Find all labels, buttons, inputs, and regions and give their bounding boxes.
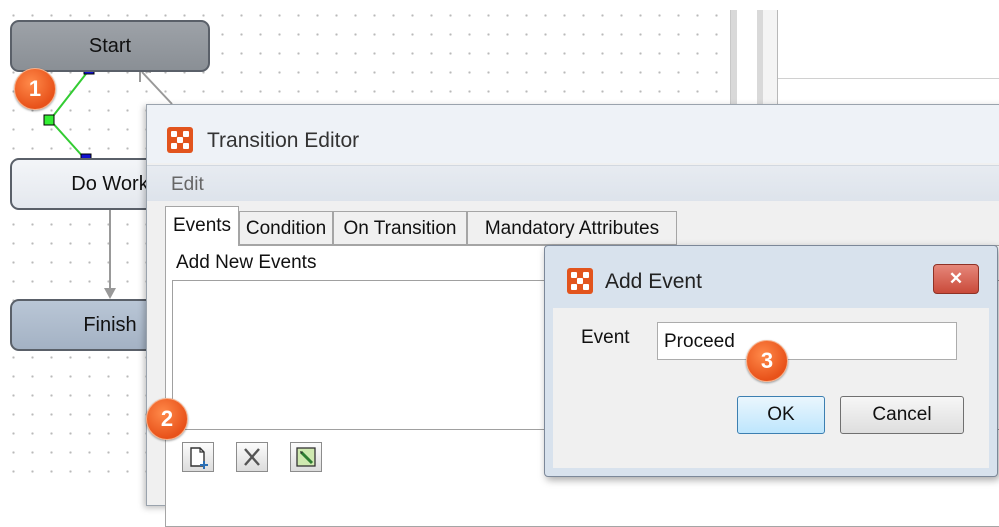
menu-edit[interactable]: Edit bbox=[171, 174, 204, 196]
ok-button[interactable]: OK bbox=[737, 396, 825, 434]
app-logo-icon bbox=[167, 127, 193, 153]
node-label: Start bbox=[88, 34, 132, 57]
node-start[interactable]: Start bbox=[10, 20, 210, 72]
cancel-button[interactable]: Cancel bbox=[840, 396, 964, 434]
tab-condition[interactable]: Condition bbox=[239, 211, 333, 245]
new-document-icon bbox=[190, 447, 208, 469]
node-label: Finish bbox=[83, 313, 137, 336]
callout-badge-2: 2 bbox=[146, 398, 188, 440]
selected-transition[interactable] bbox=[48, 69, 90, 160]
tab-on-transition[interactable]: On Transition bbox=[333, 211, 467, 245]
callout-badge-1: 1 bbox=[14, 68, 56, 110]
close-button[interactable]: ✕ bbox=[933, 264, 979, 294]
node-label: Do Work bbox=[71, 172, 149, 195]
delete-x-icon bbox=[244, 448, 260, 466]
add-event-button[interactable] bbox=[182, 442, 214, 472]
tab-events[interactable]: Events bbox=[165, 206, 239, 246]
dialog-title: Add Event bbox=[605, 270, 702, 293]
transition-arrow-editor-start[interactable] bbox=[141, 71, 173, 105]
tab-mandatory-attributes[interactable]: Mandatory Attributes bbox=[467, 211, 677, 245]
callout-badge-3: 3 bbox=[746, 340, 788, 382]
arrowhead bbox=[104, 288, 116, 299]
title-bar[interactable]: Transition Editor bbox=[147, 105, 999, 163]
menu-bar: Edit bbox=[147, 165, 999, 202]
event-name-input[interactable]: Proceed bbox=[657, 322, 957, 360]
window-title: Transition Editor bbox=[207, 129, 360, 152]
edit-pencil-icon bbox=[296, 447, 316, 467]
close-icon: ✕ bbox=[948, 269, 964, 288]
dialog-body: Event Proceed OK Cancel bbox=[553, 308, 989, 468]
add-new-events-label: Add New Events bbox=[176, 252, 317, 273]
edit-event-button[interactable] bbox=[290, 442, 322, 472]
transition-midpoint-handle[interactable] bbox=[43, 114, 55, 126]
delete-event-button[interactable] bbox=[236, 442, 268, 472]
event-field-label: Event bbox=[581, 327, 630, 348]
app-logo-icon bbox=[567, 268, 593, 294]
